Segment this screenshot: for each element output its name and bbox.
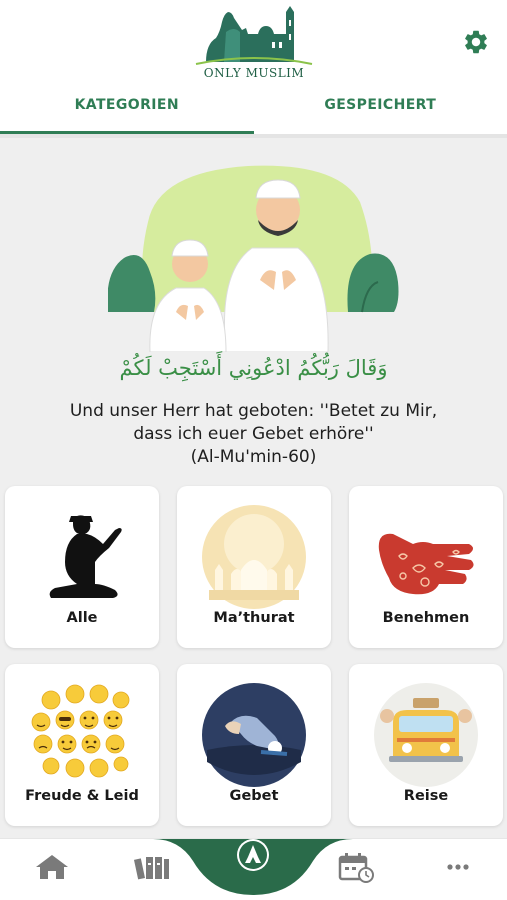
category-card-reise[interactable]: Reise (349, 664, 503, 826)
henna-hand-icon (373, 504, 479, 610)
settings-gear-icon[interactable] (462, 28, 490, 56)
category-label: Ma’thurat (213, 610, 295, 626)
translation-line-2: dass ich euer Gebet erhöre'' (133, 424, 374, 444)
app-header: ONLY MUSLIM (0, 0, 507, 86)
translation-line-1: Und unser Herr hat geboten: ''Betet zu M… (69, 401, 438, 421)
praying-man-silhouette-icon (29, 504, 135, 610)
tab-bar: KATEGORIEN GESPEICHERT (0, 86, 507, 134)
bottom-navigation (0, 838, 507, 900)
travel-van-icon (373, 682, 479, 788)
category-label: Gebet (229, 788, 279, 804)
verse-reference: (Al-Mu'min-60) (190, 447, 317, 467)
center-dua-tab[interactable] (153, 833, 353, 900)
category-label: Freude & Leid (25, 788, 139, 804)
emoji-faces-icon (29, 682, 135, 788)
category-label: Benehmen (382, 610, 470, 626)
mosque-icon (201, 504, 307, 610)
category-card-benehmen[interactable]: Benehmen (349, 486, 503, 648)
tab-gespeichert[interactable]: GESPEICHERT (254, 86, 507, 134)
logo-text: ONLY MUSLIM (203, 66, 305, 80)
category-card-freude-leid[interactable]: Freude & Leid (5, 664, 159, 826)
main-content: وَقَالَ رَبُّكُمُ ادْعُونِي أَسْتَجِبْ ل… (0, 138, 507, 838)
prostration-icon (201, 682, 307, 788)
app-logo: ONLY MUSLIM (186, 4, 322, 82)
tab-kategorien[interactable]: KATEGORIEN (0, 86, 254, 134)
category-label: Alle (66, 610, 98, 626)
category-card-mathurat[interactable]: Ma’thurat (177, 486, 331, 648)
home-icon[interactable] (32, 851, 72, 883)
calendar-clock-icon[interactable] (336, 851, 376, 883)
hero-illustration (107, 162, 400, 353)
arabic-verse: وَقَالَ رَبُّكُمُ ادْعُونِي أَسْتَجِبْ ل… (119, 356, 388, 380)
category-card-alle[interactable]: Alle (5, 486, 159, 648)
category-card-gebet[interactable]: Gebet (177, 664, 331, 826)
category-label: Reise (403, 788, 449, 804)
more-dots-icon[interactable] (438, 851, 478, 883)
verse-translation: Und unser Herr hat geboten: ''Betet zu M… (20, 400, 487, 469)
